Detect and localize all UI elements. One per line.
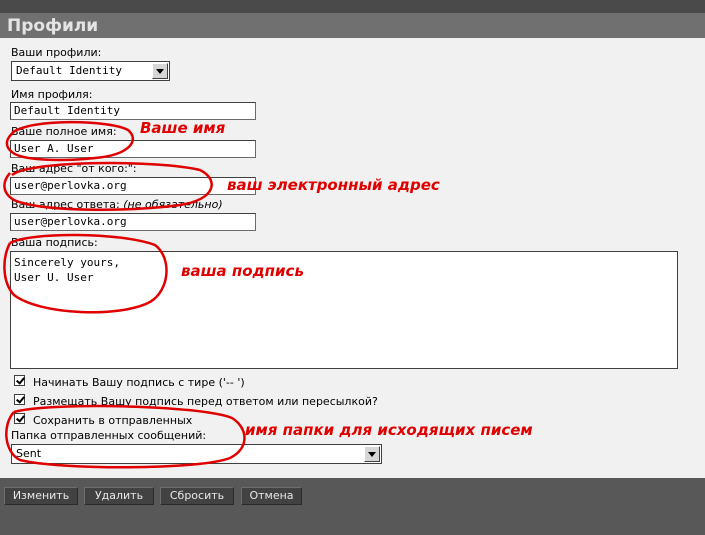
- profiles-select[interactable]: Default Identity: [11, 61, 170, 81]
- page-title: Профили: [7, 16, 99, 36]
- sent-folder-label: Папка отправленных сообщений:: [11, 429, 207, 442]
- save-to-sent-label: Сохранить в отправленных: [33, 414, 193, 427]
- reply-address-label: Ваш адрес ответа: (не обязательно): [11, 198, 223, 211]
- sent-folder-select-value: Sent: [16, 447, 42, 460]
- signature-textarea[interactable]: Sincerely yours, User U. User: [10, 251, 678, 369]
- dash-signature-label: Начинать Вашу подпись с тире ('-- '): [33, 376, 245, 389]
- annotation-signature: ваша подпись: [181, 262, 304, 280]
- delete-button[interactable]: Удалить: [84, 487, 154, 505]
- annotation-email: ваш электронный адрес: [227, 176, 440, 194]
- reset-button[interactable]: Сбросить: [160, 487, 234, 505]
- annotation-name: Ваше имя: [140, 119, 226, 137]
- chevron-down-icon[interactable]: [152, 63, 168, 79]
- dash-signature-checkbox[interactable]: [14, 375, 25, 386]
- signature-before-reply-label: Размещать Вашу подпись перед ответом или…: [33, 395, 378, 408]
- profiles-label: Ваши профили:: [11, 46, 102, 59]
- signature-label: Ваша подпись:: [11, 236, 98, 249]
- chevron-down-icon[interactable]: [364, 446, 380, 462]
- full-name-input[interactable]: User A. User: [10, 140, 256, 158]
- title-bar: Профили: [0, 13, 705, 38]
- from-address-input[interactable]: user@perlovka.org: [10, 177, 256, 195]
- annotation-folder: имя папки для исходящих писем: [245, 421, 533, 439]
- reply-address-input[interactable]: user@perlovka.org: [10, 213, 256, 231]
- reply-address-label-text: Ваш адрес ответа:: [11, 198, 120, 211]
- sent-folder-select[interactable]: Sent: [11, 444, 382, 464]
- top-strip: [0, 0, 705, 13]
- save-to-sent-checkbox[interactable]: [14, 413, 25, 424]
- reply-address-optional-note: (не обязательно): [123, 198, 223, 211]
- profiles-select-value: Default Identity: [16, 64, 122, 77]
- profile-name-label: Имя профиля:: [11, 88, 93, 101]
- cancel-button[interactable]: Отмена: [241, 487, 302, 505]
- full-name-label: Ваше полное имя:: [11, 125, 117, 138]
- signature-before-reply-checkbox[interactable]: [14, 394, 25, 405]
- profile-name-input[interactable]: Default Identity: [10, 102, 256, 120]
- from-address-label: Ваш адрес "от кого:":: [11, 162, 137, 175]
- change-button[interactable]: Изменить: [4, 487, 78, 505]
